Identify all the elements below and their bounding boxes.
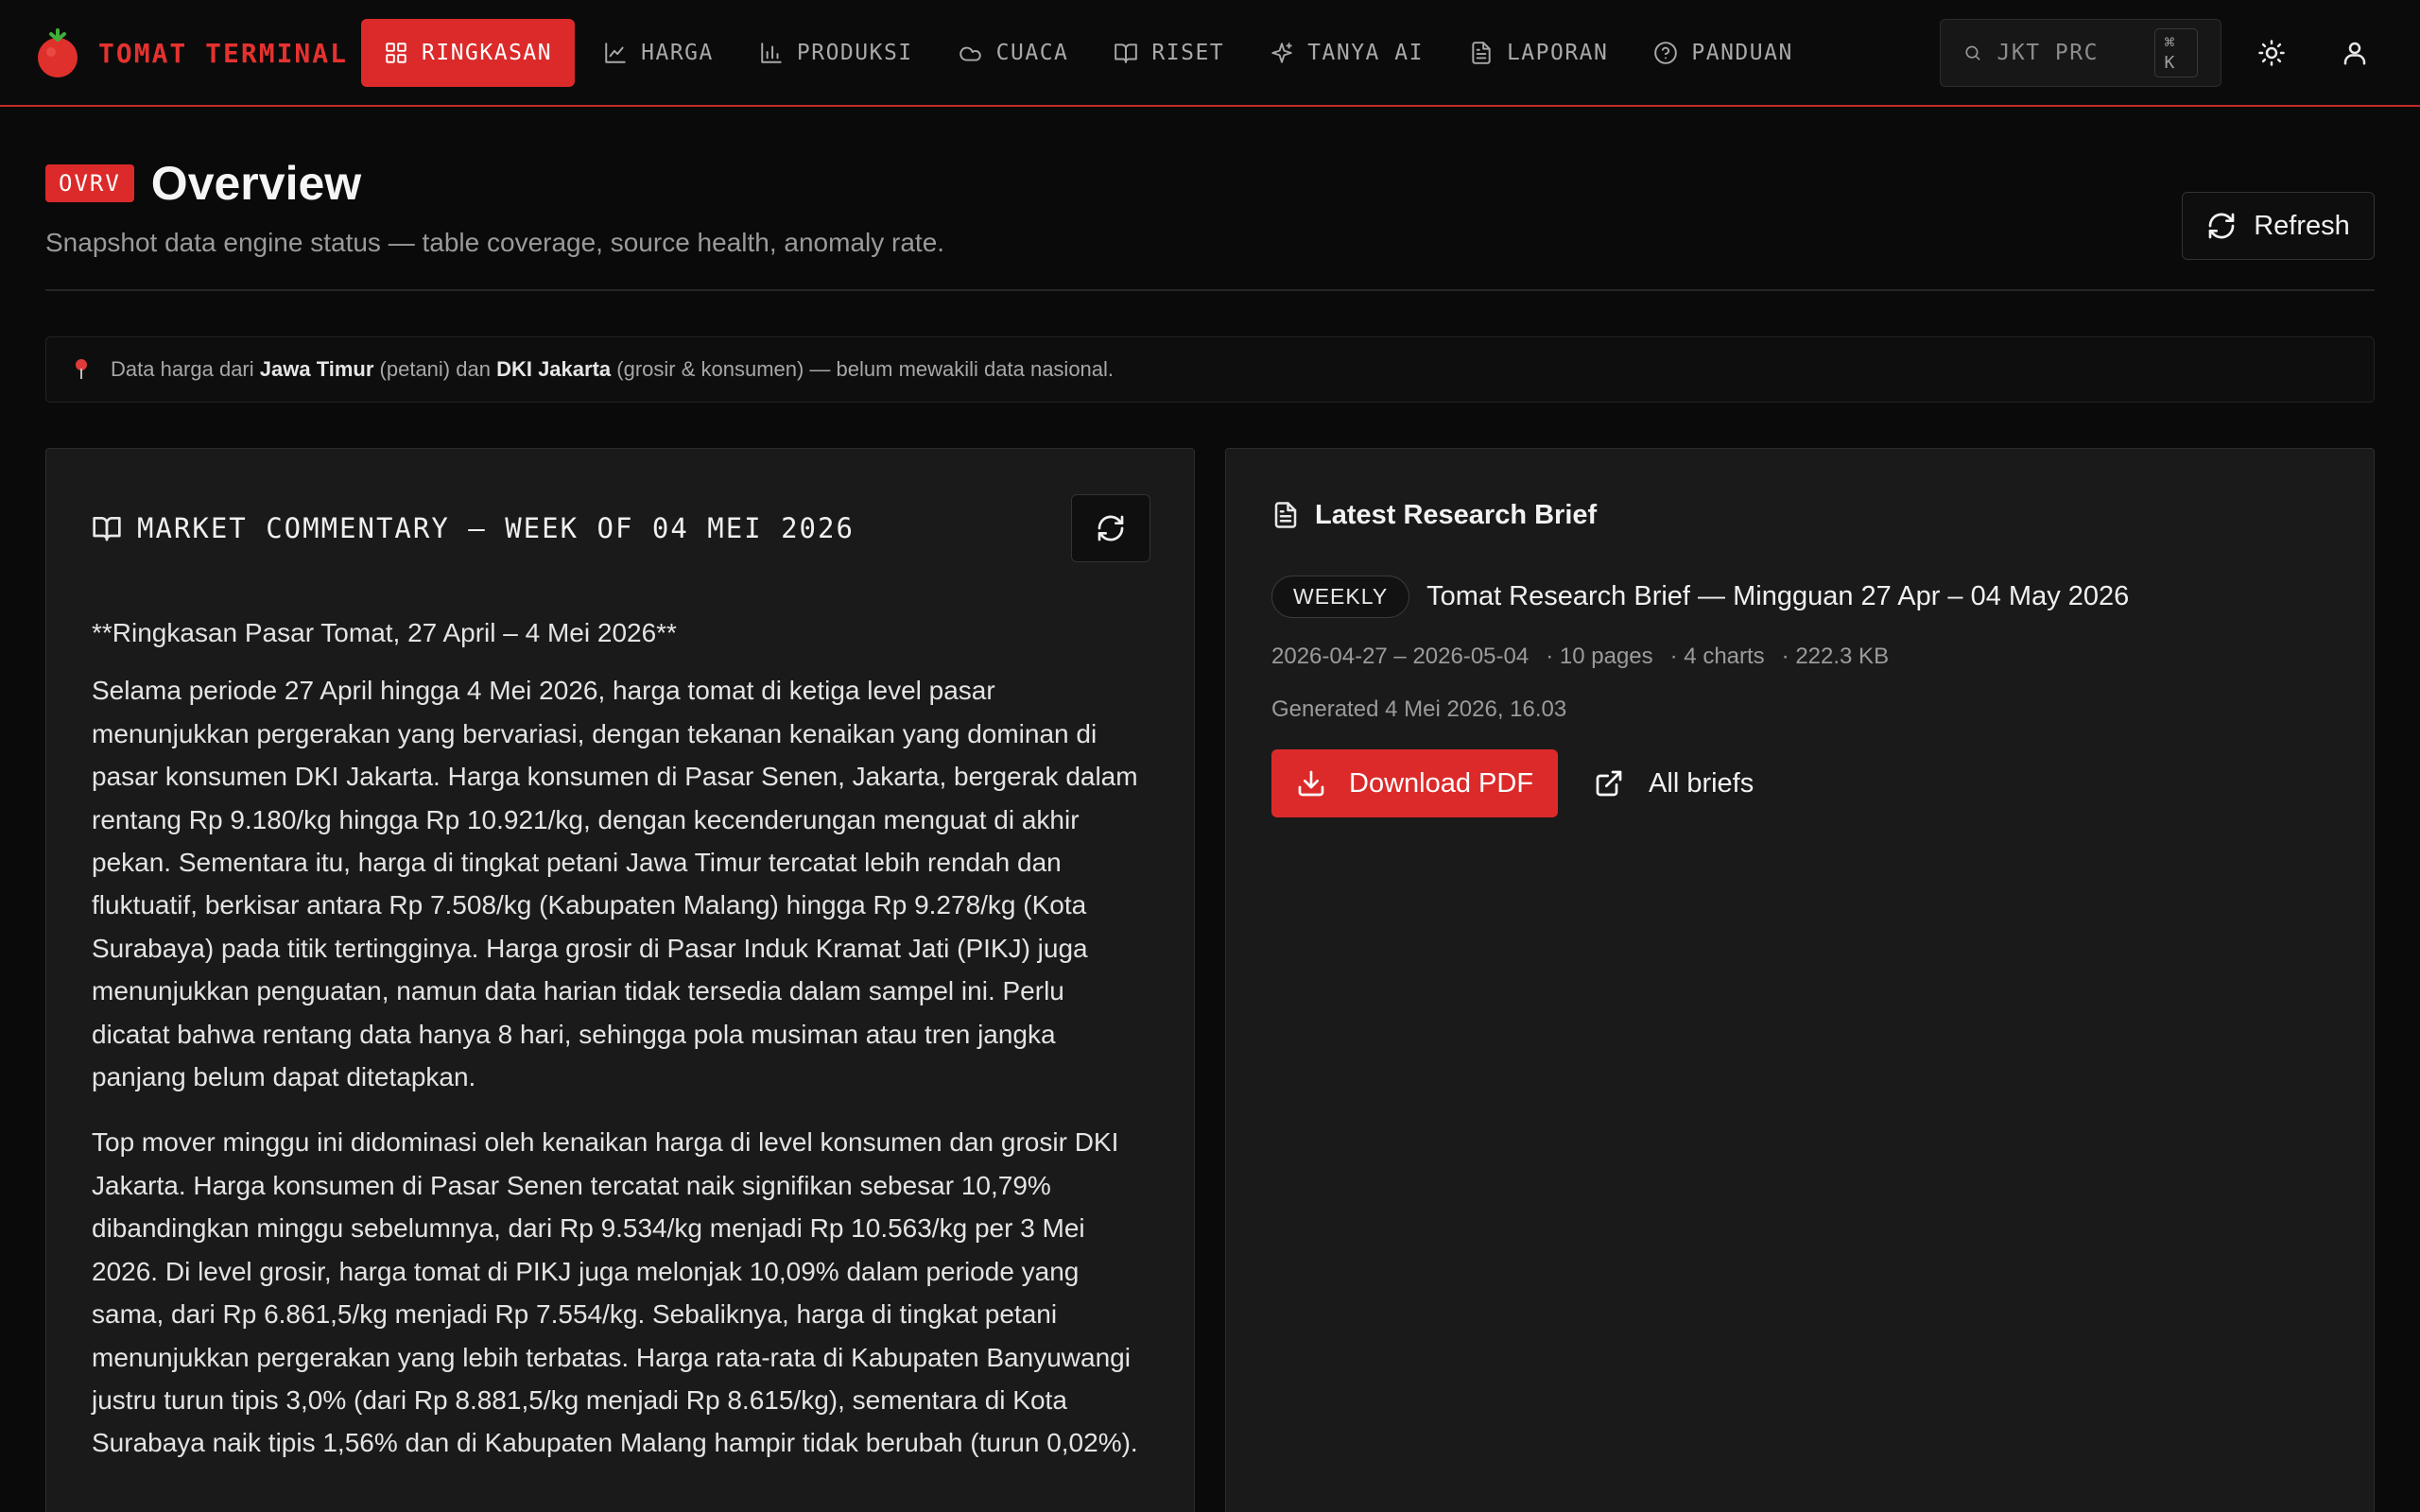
bar-chart-icon <box>761 43 782 63</box>
external-link-icon <box>1596 770 1622 797</box>
brief-date-range: 2026-04-27 – 2026-05-04 <box>1271 644 1530 669</box>
sun-icon <box>2258 40 2285 66</box>
grid-icon <box>386 43 406 63</box>
line-chart-icon <box>605 43 626 63</box>
nav-item-produksi[interactable]: PRODUKSI <box>736 19 936 87</box>
nav-item-label: RISET <box>1151 41 1225 65</box>
nav-item-panduan[interactable]: PANDUAN <box>1631 19 1815 87</box>
data-coverage-notice: Data harga dari Jawa Timur (petani) dan … <box>45 336 2375 403</box>
brief-meta: 2026-04-27 – 2026-05-04 · 10 pages · 4 c… <box>1271 644 1889 670</box>
header-divider <box>45 289 2375 291</box>
nav-item-label: PANDUAN <box>1691 41 1793 65</box>
book-open-icon <box>93 517 121 541</box>
nav-item-label: PRODUKSI <box>796 41 913 65</box>
search-box[interactable]: ⌘ K <box>1940 19 2221 87</box>
page-header: OVRV Overview Snapshot data engine statu… <box>45 156 2375 258</box>
search-input[interactable] <box>1996 41 2139 65</box>
page-subtitle: Snapshot data engine status — table cove… <box>45 228 945 257</box>
nav-item-tanya-ai[interactable]: TANYA AI <box>1247 19 1446 87</box>
brief-header: Latest Research Brief <box>1271 496 1597 534</box>
brief-title: Tomat Research Brief — Mingguan 27 Apr –… <box>1426 581 2130 611</box>
page-title: Overview <box>150 157 362 210</box>
book-icon <box>1115 43 1138 63</box>
commentary-paragraph: Selama periode 27 April hingga 4 Mei 202… <box>92 676 1138 1092</box>
search-icon <box>1965 45 1980 60</box>
download-pdf-button[interactable]: Download PDF <box>1271 749 1559 817</box>
research-brief-panel: Latest Research Brief WEEKLY Tomat Resea… <box>1225 448 2375 1512</box>
cloud-icon <box>959 46 981 61</box>
nav-item-laporan[interactable]: LAPORAN <box>1446 19 1631 87</box>
refresh-icon <box>2208 213 2235 239</box>
nav-item-label: CUACA <box>995 41 1069 65</box>
refresh-button[interactable]: Refresh <box>2182 192 2375 260</box>
title-row: OVRV Overview <box>45 156 2375 211</box>
commentary-paragraph: Top mover minggu ini didominasi oleh ken… <box>92 1127 1138 1458</box>
nav-item-cuaca[interactable]: CUACA <box>936 19 1092 87</box>
nav-item-harga[interactable]: HARGA <box>580 19 736 87</box>
brief-section-title: Latest Research Brief <box>1315 499 1598 530</box>
brief-frequency-badge: WEEKLY <box>1271 576 1410 618</box>
nav-item-label: TANYA AI <box>1307 41 1424 65</box>
regenerate-commentary-button[interactable] <box>1071 494 1150 562</box>
nav-item-riset[interactable]: RISET <box>1091 19 1247 87</box>
nav-item-ringkasan[interactable]: RINGKASAN <box>361 19 576 87</box>
commentary-heading: **Ringkasan Pasar Tomat, 27 April – 4 Me… <box>92 618 677 647</box>
page-code-badge: OVRV <box>45 164 134 202</box>
document-icon <box>1472 42 1491 64</box>
all-briefs-label: All briefs <box>1649 767 1754 799</box>
help-icon <box>1654 42 1678 64</box>
user-account-button[interactable] <box>2328 26 2381 79</box>
pin-icon <box>73 359 90 380</box>
main-nav: RINGKASAN HARGA PRODUKSI CUACA RISET TAN… <box>361 19 1816 87</box>
download-pdf-label: Download PDF <box>1349 767 1534 799</box>
sparkle-icon <box>1271 43 1292 63</box>
download-icon <box>1298 770 1324 797</box>
search-shortcut: ⌘ K <box>2153 28 2198 77</box>
nav-item-label: HARGA <box>641 41 714 65</box>
brief-file-size: · 222.3 KB <box>1781 644 1890 669</box>
brief-title-row: WEEKLY Tomat Research Brief — Mingguan 2… <box>1271 576 2129 618</box>
market-commentary-panel: MARKET COMMENTARY — WEEK OF 04 MEI 2026 … <box>45 448 1195 1512</box>
refresh-icon <box>1098 515 1124 541</box>
all-briefs-link[interactable]: All briefs <box>1594 768 1754 799</box>
brief-chart-count: · 4 charts <box>1669 644 1765 669</box>
commentary-header: MARKET COMMENTARY — WEEK OF 04 MEI 2026 <box>92 494 1150 562</box>
brief-actions: Download PDF All briefs <box>1271 749 1754 817</box>
theme-toggle-button[interactable] <box>2245 26 2298 79</box>
brand[interactable]: TOMAT TERMINAL <box>36 26 348 79</box>
nav-item-label: LAPORAN <box>1506 41 1609 65</box>
user-icon <box>2343 42 2366 65</box>
commentary-body: **Ringkasan Pasar Tomat, 27 April – 4 Me… <box>92 611 1147 1487</box>
brief-generated-time: Generated 4 Mei 2026, 16.03 <box>1271 696 1567 722</box>
nav-item-label: RINGKASAN <box>422 41 553 65</box>
top-navigation-bar: TOMAT TERMINAL RINGKASAN HARGA PRODUKSI … <box>0 0 2420 107</box>
brand-name: TOMAT TERMINAL <box>98 37 349 69</box>
document-icon <box>1274 502 1297 528</box>
commentary-title: MARKET COMMENTARY — WEEK OF 04 MEI 2026 <box>137 512 855 544</box>
brief-page-count: · 10 pages <box>1546 644 1653 669</box>
tomato-icon <box>38 28 78 77</box>
refresh-button-label: Refresh <box>2254 210 2350 241</box>
notice-text: Data harga dari Jawa Timur (petani) dan … <box>111 357 1115 381</box>
